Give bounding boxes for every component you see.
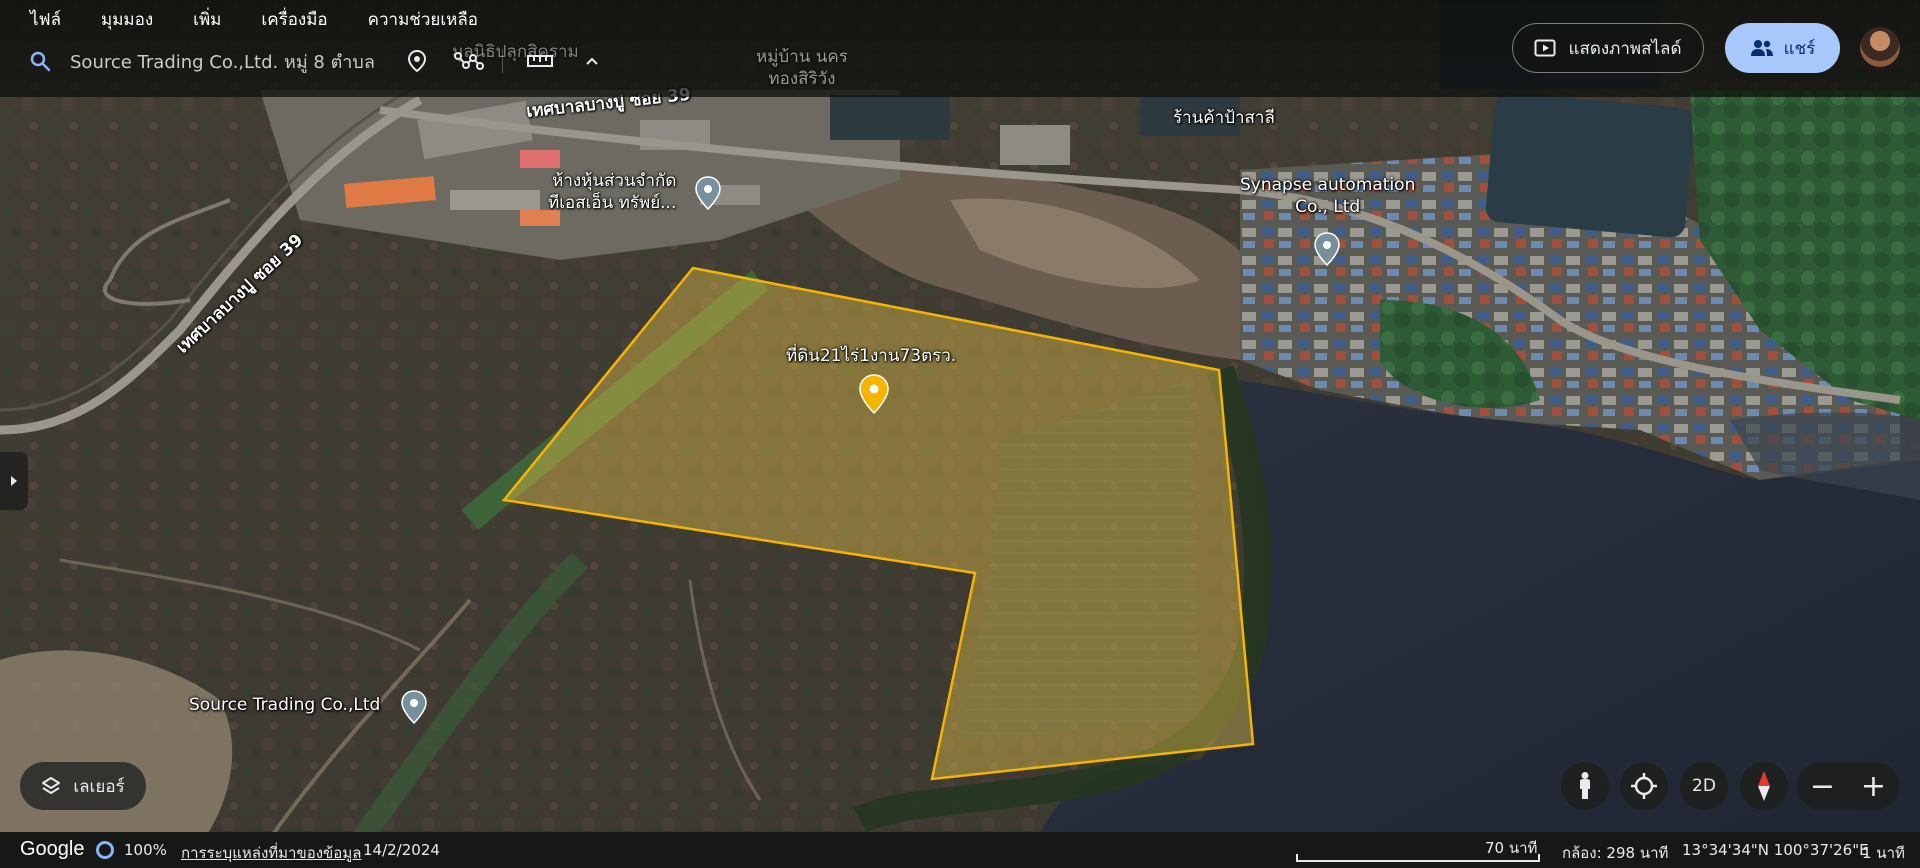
- menu-view[interactable]: มุมมอง: [101, 6, 153, 33]
- layers-button[interactable]: เลเยอร์: [20, 762, 146, 810]
- compass-button[interactable]: [1740, 762, 1788, 810]
- elevation-readout: 1 นาที: [1862, 844, 1905, 862]
- place-pin-partnership[interactable]: [695, 176, 721, 210]
- coordinates-readout: 13°34'34"N 100°37'26"E: [1682, 841, 1869, 859]
- view-2d-button[interactable]: 2D: [1680, 762, 1728, 810]
- zoom-out-button[interactable]: −: [1803, 766, 1843, 806]
- imagery-date: 14/2/2024: [363, 841, 440, 859]
- menu-bar: ไฟล์ มุมมอง เพิ่ม เครื่องมือ ความช่วยเหล…: [30, 6, 518, 33]
- slideshow-button[interactable]: แสดงภาพสไลด์: [1512, 23, 1704, 73]
- compass-icon: [1758, 771, 1770, 801]
- zoom-in-button[interactable]: +: [1854, 766, 1894, 806]
- search-input[interactable]: [70, 46, 380, 76]
- toolbar-divider: [502, 49, 503, 73]
- place-label-synapse-line2: Co., Ltd: [1295, 197, 1361, 217]
- camera-altitude: กล้อง: 298 นาที: [1562, 844, 1669, 862]
- side-panel-toggle[interactable]: [0, 452, 28, 510]
- place-label-village-line2: ทองสิริวัง: [768, 69, 836, 89]
- draw-path-icon[interactable]: [454, 46, 484, 76]
- menu-add[interactable]: เพิ่ม: [193, 6, 221, 33]
- avatar[interactable]: [1860, 27, 1900, 67]
- google-logo: Google: [20, 838, 85, 860]
- place-label-source-trading: Source Trading Co.,Ltd: [189, 695, 381, 715]
- place-pin-synapse[interactable]: [1314, 232, 1340, 266]
- street-view-button[interactable]: [1561, 762, 1609, 810]
- load-percent: 100%: [124, 841, 167, 859]
- menu-tools[interactable]: เครื่องมือ: [261, 6, 327, 33]
- status-bar: Google 100% การระบุแหล่งที่มาของข้อมูล 1…: [0, 832, 1920, 868]
- measure-icon[interactable]: [525, 46, 555, 76]
- slideshow-label: แสดงภาพสไลด์: [1568, 38, 1682, 59]
- view-2d-label: 2D: [1692, 776, 1716, 796]
- scale-label: 70 นาที: [1485, 839, 1538, 857]
- google-earth-app: เทศบาลบางปู ซอย 39 เทศบาลบางปู ซอย 39 ห้…: [0, 0, 1920, 868]
- menu-file[interactable]: ไฟล์: [30, 6, 61, 33]
- place-label-synapse: Synapse automation Co., Ltd: [1240, 174, 1415, 218]
- menu-help[interactable]: ความช่วยเหลือ: [368, 6, 478, 33]
- pegman-icon: [1580, 772, 1590, 799]
- place-label-village: หมู่บ้าน นคร ทองสิริวัง: [756, 46, 848, 90]
- data-attribution-link[interactable]: การระบุแหล่งที่มาของข้อมูล: [181, 841, 361, 865]
- place-pin-source-trading[interactable]: [401, 690, 427, 724]
- placemark-label-land-parcel: ที่ดิน21ไร่1งาน73ตรว.: [786, 346, 957, 366]
- place-label-shop: ร้านค้าป้าสาลี: [1173, 108, 1275, 128]
- place-label-partnership-line2: ทีเอสเอ็น ทรัพย์...: [548, 193, 677, 213]
- placemark-pin-land-parcel[interactable]: [859, 374, 889, 414]
- top-bar: หมู่บ้าน นคร ทองสิริวัง มูลนิธิปลุกสิครา…: [0, 0, 1920, 97]
- search-icon[interactable]: [28, 49, 52, 73]
- slideshow-icon: [1534, 39, 1556, 57]
- place-label-synapse-line1: Synapse automation: [1240, 175, 1416, 195]
- place-label-partnership-line1: ห้างหุ้นส่วนจำกัด: [552, 171, 677, 191]
- place-label-partnership: ห้างหุ้นส่วนจำกัด ทีเอสเอ็น ทรัพย์...: [548, 170, 676, 214]
- my-location-button[interactable]: [1620, 762, 1668, 810]
- place-label-village-line1: หมู่บ้าน นคร: [756, 47, 848, 67]
- chevron-up-icon[interactable]: [577, 46, 607, 76]
- layers-label: เลเยอร์: [73, 776, 125, 797]
- search-row: [28, 44, 607, 78]
- people-icon: [1750, 40, 1773, 56]
- share-label: แชร์: [1783, 38, 1816, 59]
- chevron-right-icon: [11, 476, 17, 486]
- layers-icon: [42, 777, 61, 794]
- crosshair-icon: [1631, 773, 1657, 799]
- map-canvas[interactable]: [0, 0, 1920, 868]
- zoom-controls: − +: [1797, 762, 1899, 810]
- share-button[interactable]: แชร์: [1725, 23, 1840, 73]
- loading-ring-icon: [96, 841, 114, 859]
- add-placemark-icon[interactable]: [402, 46, 432, 76]
